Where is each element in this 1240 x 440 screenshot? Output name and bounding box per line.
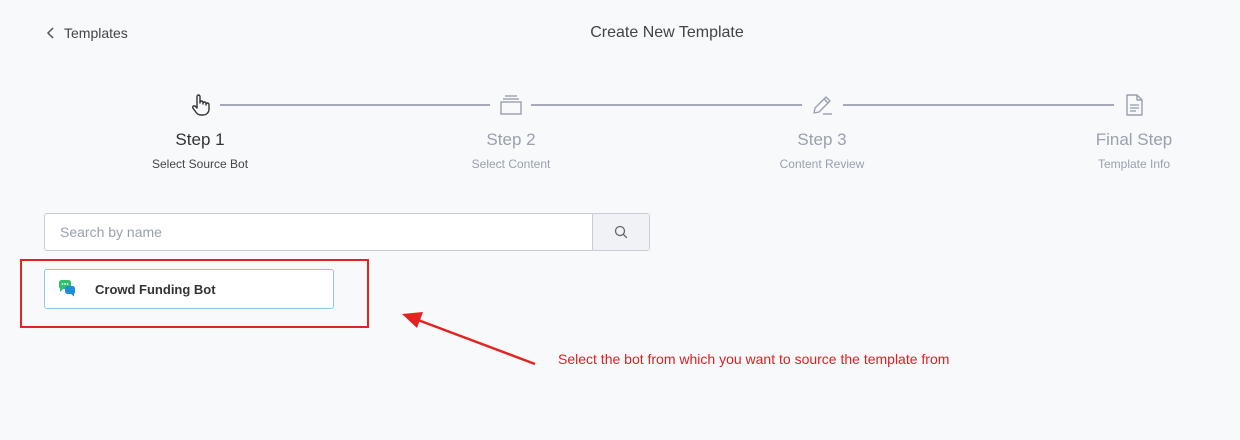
- step-subtitle: Content Review: [779, 157, 865, 171]
- step-1: Step 1 Select Source Bot: [120, 90, 280, 171]
- search-input[interactable]: [45, 214, 592, 250]
- step-title: Step 3: [797, 130, 847, 149]
- pencil-icon: [813, 96, 832, 115]
- annotation-text: Select the bot from which you want to so…: [558, 351, 950, 367]
- step-title: Final Step: [1095, 130, 1173, 149]
- step-3: Step 3 Content Review: [742, 90, 902, 171]
- step-title: Step 1: [175, 130, 225, 149]
- search-bar: [44, 213, 650, 251]
- step-subtitle: Template Info: [1097, 157, 1171, 171]
- search-icon: [614, 225, 628, 239]
- annotation-highlight-box: [20, 259, 369, 328]
- stack-icon: [500, 95, 522, 115]
- step-2: Step 2 Select Content: [431, 90, 591, 171]
- page-title: Create New Template: [590, 24, 744, 41]
- document-icon: [1126, 94, 1143, 116]
- step-subtitle: Select Content: [471, 157, 551, 171]
- step-final: Final Step Template Info: [1054, 90, 1214, 171]
- step-subtitle: Select Source Bot: [151, 157, 249, 171]
- hand-pointer-icon: [192, 94, 210, 116]
- step-title: Step 2: [486, 130, 536, 149]
- search-button[interactable]: [592, 214, 649, 250]
- stepper: Step 1 Select Source Bot Step 2 Select C…: [0, 90, 1240, 180]
